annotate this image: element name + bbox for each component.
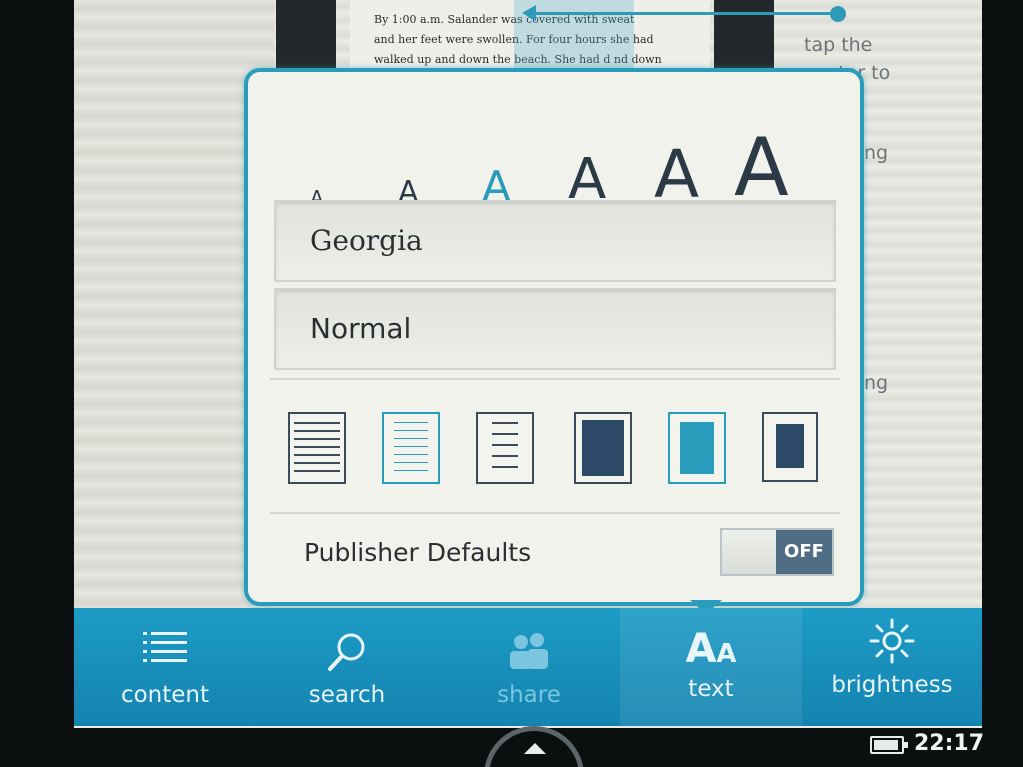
text-settings-popup: A A A A A A Georgia Normal Publisher Def… bbox=[244, 68, 864, 606]
text-size-icon: AA bbox=[685, 626, 737, 672]
font-size-selector: A A A A A A bbox=[288, 100, 828, 210]
font-family-value: Georgia bbox=[310, 224, 423, 257]
toggle-state: OFF bbox=[776, 530, 832, 574]
reader-toolbar: content search share AA text brightness bbox=[74, 608, 982, 726]
lines-icon bbox=[394, 422, 428, 474]
block-icon bbox=[776, 424, 804, 468]
toolbar-search-button[interactable]: search bbox=[256, 608, 438, 726]
tutorial-arrow-icon bbox=[522, 5, 536, 21]
margin-layout-selector bbox=[288, 412, 828, 486]
font-size-option-5[interactable]: A bbox=[654, 142, 699, 208]
divider bbox=[270, 378, 840, 380]
block-icon bbox=[582, 420, 624, 476]
font-family-selector[interactable]: Georgia bbox=[274, 200, 836, 282]
medium-margins-block-option[interactable] bbox=[668, 412, 726, 484]
toolbar-label: brightness bbox=[831, 672, 953, 698]
line-spacing-selector[interactable]: Normal bbox=[274, 288, 836, 370]
toolbar-label: share bbox=[497, 682, 561, 708]
wide-margins-block-option[interactable] bbox=[762, 412, 818, 482]
brightness-icon bbox=[869, 618, 915, 668]
narrow-margins-lines-option[interactable] bbox=[288, 412, 346, 484]
medium-margins-lines-option[interactable] bbox=[382, 412, 440, 484]
tutorial-callout-line bbox=[532, 12, 838, 15]
toolbar-brightness-button[interactable]: brightness bbox=[802, 608, 982, 726]
search-icon bbox=[325, 630, 369, 678]
tutorial-tip-text: tap the bbox=[804, 34, 873, 56]
list-icon bbox=[141, 630, 189, 670]
block-icon bbox=[680, 422, 714, 474]
home-button[interactable] bbox=[484, 726, 584, 767]
tutorial-tip-text: ng bbox=[864, 142, 889, 164]
toolbar-text-button[interactable]: AA text bbox=[620, 608, 802, 726]
status-clock: 22:17 bbox=[914, 731, 985, 756]
wide-margins-lines-option[interactable] bbox=[476, 412, 534, 484]
lines-icon bbox=[492, 422, 518, 474]
page-gutter-right bbox=[714, 0, 774, 70]
battery-icon bbox=[870, 736, 908, 754]
toolbar-share-button[interactable]: share bbox=[438, 608, 620, 726]
share-people-icon bbox=[507, 630, 551, 674]
toolbar-content-button[interactable]: content bbox=[74, 608, 256, 726]
tutorial-tip-text: ng bbox=[864, 372, 889, 394]
publisher-defaults-toggle[interactable]: OFF bbox=[720, 528, 834, 576]
lines-icon bbox=[294, 422, 340, 474]
line-spacing-value: Normal bbox=[310, 312, 412, 345]
toolbar-label: search bbox=[308, 682, 386, 708]
page-gutter-left bbox=[276, 0, 336, 70]
tutorial-dot-icon bbox=[830, 6, 846, 22]
publisher-defaults-row: Publisher Defaults OFF bbox=[270, 516, 840, 586]
narrow-margins-block-option[interactable] bbox=[574, 412, 632, 484]
toolbar-label: text bbox=[688, 676, 734, 702]
up-arrow-icon bbox=[524, 743, 546, 754]
toolbar-label: content bbox=[120, 682, 210, 708]
publisher-defaults-label: Publisher Defaults bbox=[304, 538, 532, 567]
font-size-option-6[interactable]: A bbox=[734, 128, 789, 208]
divider bbox=[270, 512, 840, 514]
